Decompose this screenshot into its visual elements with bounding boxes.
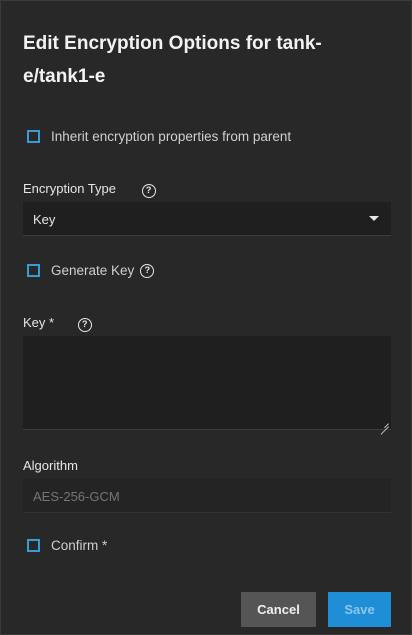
dialog-title: Edit Encryption Options for tank-e/tank1… bbox=[23, 33, 322, 87]
encryption-type-value: Key bbox=[33, 212, 56, 227]
generate-key-label: Generate Key bbox=[51, 263, 135, 278]
save-button[interactable]: Save bbox=[328, 592, 391, 627]
key-label-row: Key * ? bbox=[23, 315, 92, 332]
key-textarea[interactable] bbox=[23, 336, 391, 430]
chevron-down-icon bbox=[369, 216, 379, 221]
help-circle-icon[interactable]: ? bbox=[77, 317, 92, 332]
algorithm-value: AES-256-GCM bbox=[33, 489, 120, 504]
confirm-row[interactable]: Confirm * bbox=[27, 538, 107, 553]
encryption-type-label: Encryption Type bbox=[23, 181, 116, 196]
resize-handle-icon[interactable] bbox=[381, 419, 389, 427]
inherit-label: Inherit encryption properties from paren… bbox=[51, 129, 292, 144]
encryption-type-select[interactable]: Key bbox=[23, 202, 391, 236]
key-label: Key * bbox=[23, 315, 55, 330]
inherit-checkbox[interactable] bbox=[27, 130, 40, 143]
generate-key-checkbox[interactable] bbox=[27, 264, 40, 277]
confirm-checkbox[interactable] bbox=[27, 539, 40, 552]
cancel-button[interactable]: Cancel bbox=[241, 592, 316, 627]
generate-key-row[interactable]: Generate Key ? bbox=[27, 263, 155, 278]
encryption-type-label-row: Encryption Type ? bbox=[23, 181, 156, 198]
confirm-label: Confirm * bbox=[51, 538, 108, 553]
algorithm-label: Algorithm bbox=[23, 458, 78, 473]
algorithm-field: AES-256-GCM bbox=[23, 479, 391, 513]
edit-encryption-dialog: Edit Encryption Options for tank-e/tank1… bbox=[0, 0, 412, 635]
help-circle-icon[interactable]: ? bbox=[141, 183, 156, 198]
inherit-row[interactable]: Inherit encryption properties from paren… bbox=[27, 129, 291, 144]
help-circle-icon[interactable]: ? bbox=[140, 263, 155, 278]
